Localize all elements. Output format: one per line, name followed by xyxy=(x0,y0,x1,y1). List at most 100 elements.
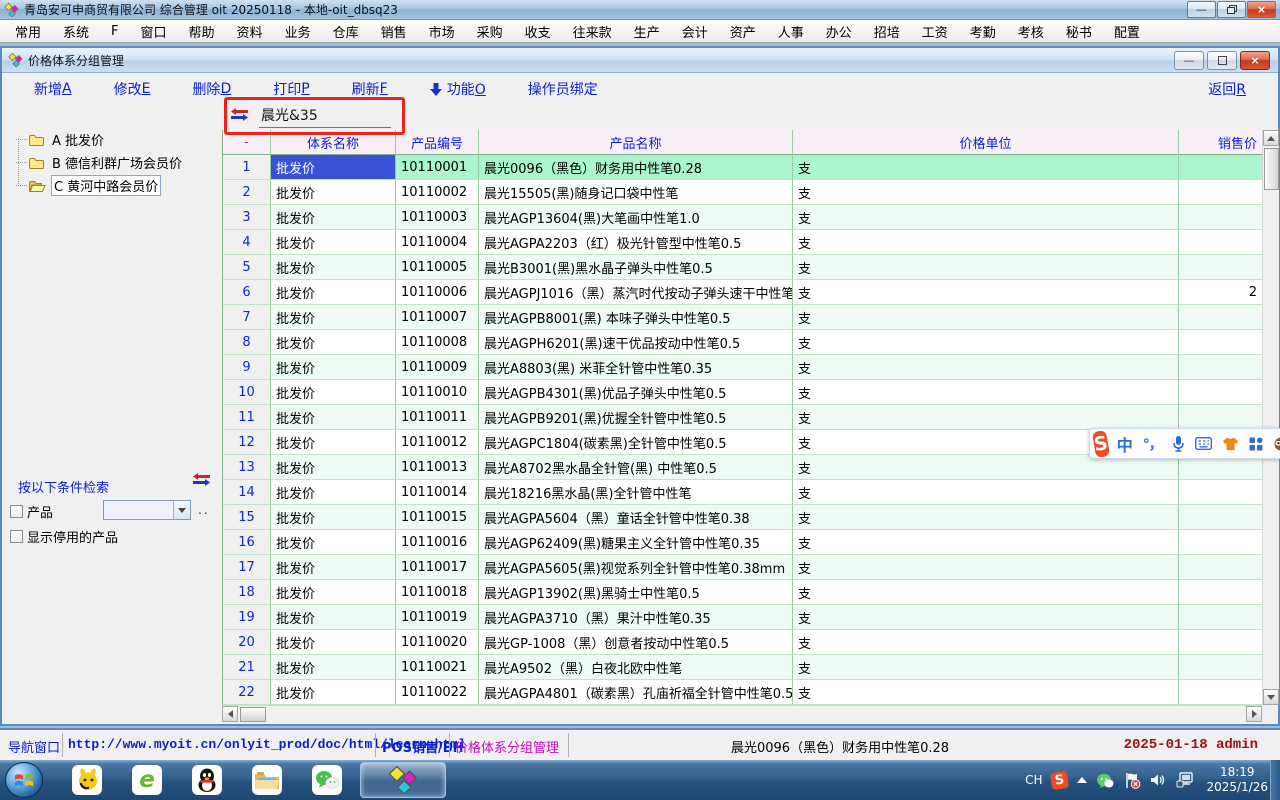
cell-system[interactable]: 批发价 xyxy=(271,255,396,280)
cell-code[interactable]: 10110005 xyxy=(396,255,479,280)
cell-code[interactable]: 10110014 xyxy=(396,480,479,505)
table-row-3[interactable]: 3批发价10110003晨光AGP13604(黑)大笔画中性笔1.0支 xyxy=(223,205,1263,230)
cell-name[interactable]: 晨光AGPB8001(黑) 本味子弹头中性笔0.5 xyxy=(479,305,793,330)
cell-unit[interactable]: 支 xyxy=(793,530,1179,555)
cell-num[interactable]: 17 xyxy=(223,555,271,580)
skin-shirt-icon[interactable] xyxy=(1222,437,1239,451)
table-row-20[interactable]: 20批发价10110020晨光GP-1008（黑）创意者按动中性笔0.5支 xyxy=(223,630,1263,655)
menu-item-23[interactable]: 配置 xyxy=(1103,20,1151,43)
cell-price[interactable] xyxy=(1179,305,1263,330)
cell-price[interactable] xyxy=(1179,205,1263,230)
menu-item-14[interactable]: 会计 xyxy=(671,20,719,43)
cell-price[interactable] xyxy=(1179,580,1263,605)
cell-price[interactable]: 2 xyxy=(1179,280,1263,305)
cell-name[interactable]: 晨光AGPJ1016（黑）蒸汽时代按动子弹头速干中性笔0.5 xyxy=(479,280,793,305)
cell-system[interactable]: 批发价 xyxy=(271,505,396,530)
cell-code[interactable]: 10110009 xyxy=(396,355,479,380)
menu-item-21[interactable]: 考核 xyxy=(1007,20,1055,43)
table-row-15[interactable]: 15批发价10110015晨光AGPA5604（黑）童话全针管中性笔0.38支 xyxy=(223,505,1263,530)
tray-expand-icon[interactable] xyxy=(1077,777,1087,783)
toolbox-grid-icon[interactable] xyxy=(1249,437,1263,451)
cell-unit[interactable]: 支 xyxy=(793,330,1179,355)
cell-code[interactable]: 10110016 xyxy=(396,530,479,555)
table-row-7[interactable]: 7批发价10110007晨光AGPB8001(黑) 本味子弹头中性笔0.5支 xyxy=(223,305,1263,330)
menu-item-7[interactable]: 仓库 xyxy=(322,20,370,43)
menu-item-5[interactable]: 资料 xyxy=(226,20,274,43)
cell-code[interactable]: 10110002 xyxy=(396,180,479,205)
cell-name[interactable]: 晨光AGP13902(黑)黑骑士中性笔0.5 xyxy=(479,580,793,605)
menu-item-8[interactable]: 销售 xyxy=(370,20,418,43)
ime-mode-chinese[interactable]: 中 xyxy=(1117,432,1133,456)
cell-num[interactable]: 14 xyxy=(223,480,271,505)
cell-name[interactable]: 晨光AGPA5604（黑）童话全针管中性笔0.38 xyxy=(479,505,793,530)
table-row-18[interactable]: 18批发价10110018晨光AGP13902(黑)黑骑士中性笔0.5支 xyxy=(223,580,1263,605)
cell-code[interactable]: 10110010 xyxy=(396,380,479,405)
cell-unit[interactable]: 支 xyxy=(793,280,1179,305)
operator-bind-button[interactable]: 操作员绑定 xyxy=(528,79,598,99)
scroll-up-icon[interactable] xyxy=(1263,130,1279,146)
scroll-down-icon[interactable] xyxy=(1263,689,1279,705)
swap-arrows-icon[interactable] xyxy=(230,107,249,126)
table-row-11[interactable]: 11批发价10110011晨光AGPB9201(黑)优握全针管中性笔0.5支 xyxy=(223,405,1263,430)
cell-name[interactable]: 晨光AGPB9201(黑)优握全针管中性笔0.5 xyxy=(479,405,793,430)
taskbar-qq-button[interactable] xyxy=(182,762,232,798)
cell-price[interactable] xyxy=(1179,230,1263,255)
taskbar-oit-button-active[interactable] xyxy=(360,762,446,798)
cell-num[interactable]: 22 xyxy=(223,680,271,705)
microphone-icon[interactable] xyxy=(1172,435,1185,452)
table-row-19[interactable]: 19批发价10110019晨光AGPA3710（黑）果汁中性笔0.35支 xyxy=(223,605,1263,630)
cell-system[interactable]: 批发价 xyxy=(271,580,396,605)
menu-item-11[interactable]: 收支 xyxy=(514,20,562,43)
cell-unit[interactable]: 支 xyxy=(793,305,1179,330)
menu-item-13[interactable]: 生产 xyxy=(623,20,671,43)
new-button[interactable]: 新增A xyxy=(34,79,72,99)
search-input[interactable]: 晨光&35 xyxy=(259,104,391,128)
menu-item-0[interactable]: 常用 xyxy=(4,20,52,43)
sogou-logo-icon[interactable]: S xyxy=(1092,430,1110,458)
start-button[interactable] xyxy=(5,762,43,798)
cell-system[interactable]: 批发价 xyxy=(271,530,396,555)
cell-name[interactable]: 晨光AGPB4301(黑)优品子弹头中性笔0.5 xyxy=(479,380,793,405)
cell-system[interactable]: 批发价 xyxy=(271,455,396,480)
close-button[interactable]: × xyxy=(1247,1,1276,18)
emoji-face-icon[interactable] xyxy=(1273,436,1280,451)
cell-code[interactable]: 10110004 xyxy=(396,230,479,255)
cell-system[interactable]: 批发价 xyxy=(271,155,396,180)
cell-system[interactable]: 批发价 xyxy=(271,405,396,430)
restore-button[interactable] xyxy=(1217,1,1246,18)
tree-item-2[interactable]: C 黄河中路会员价 xyxy=(6,174,218,197)
menu-item-12[interactable]: 往来款 xyxy=(562,20,623,43)
cell-name[interactable]: 晨光AGPH6201(黑)速干优品按动中性笔0.5 xyxy=(479,330,793,355)
inner-maximize-button[interactable] xyxy=(1207,51,1237,70)
cell-unit[interactable]: 支 xyxy=(793,155,1179,180)
tab-price-group-active[interactable]: 价格体系分组管理 xyxy=(455,737,559,756)
cell-price[interactable] xyxy=(1179,630,1263,655)
cell-unit[interactable]: 支 xyxy=(793,205,1179,230)
table-row-21[interactable]: 21批发价10110021晨光A9502（黑）白夜北欧中性笔支 xyxy=(223,655,1263,680)
cell-unit[interactable]: 支 xyxy=(793,230,1179,255)
menu-item-22[interactable]: 秘书 xyxy=(1055,20,1103,43)
cell-unit[interactable]: 支 xyxy=(793,505,1179,530)
cell-price[interactable] xyxy=(1179,255,1263,280)
scroll-left-icon[interactable] xyxy=(222,706,238,722)
cell-price[interactable] xyxy=(1179,680,1263,705)
table-row-8[interactable]: 8批发价10110008晨光AGPH6201(黑)速干优品按动中性笔0.5支 xyxy=(223,330,1263,355)
cell-system[interactable]: 批发价 xyxy=(271,230,396,255)
table-row-2[interactable]: 2批发价10110002晨光15505(黑)随身记口袋中性笔支 xyxy=(223,180,1263,205)
delete-button[interactable]: 删除D xyxy=(192,79,231,99)
cell-num[interactable]: 12 xyxy=(223,430,271,455)
cell-code[interactable]: 10110021 xyxy=(396,655,479,680)
cell-num[interactable]: 2 xyxy=(223,180,271,205)
cell-price[interactable] xyxy=(1179,355,1263,380)
cell-unit[interactable]: 支 xyxy=(793,380,1179,405)
cell-system[interactable]: 批发价 xyxy=(271,380,396,405)
cell-price[interactable] xyxy=(1179,155,1263,180)
cell-price[interactable] xyxy=(1179,330,1263,355)
column-header-price[interactable]: 销售价 xyxy=(1179,130,1263,155)
cell-code[interactable]: 10110020 xyxy=(396,630,479,655)
cell-unit[interactable]: 支 xyxy=(793,555,1179,580)
cell-num[interactable]: 3 xyxy=(223,205,271,230)
menu-item-16[interactable]: 人事 xyxy=(767,20,815,43)
horizontal-scroll-thumb[interactable] xyxy=(240,707,266,722)
cell-price[interactable] xyxy=(1179,505,1263,530)
